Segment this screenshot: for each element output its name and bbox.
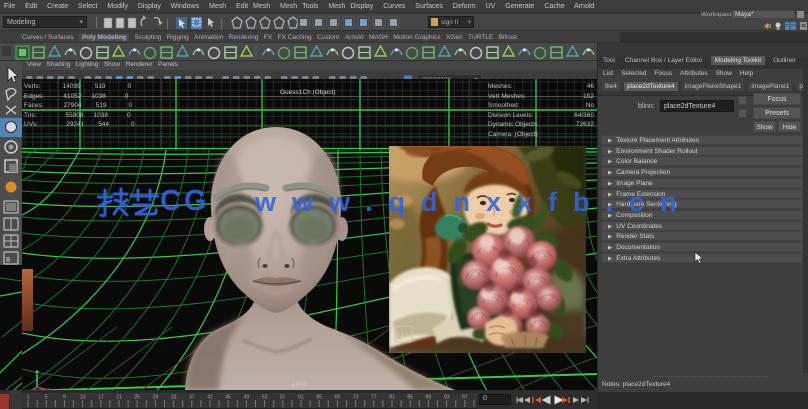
svg-text:1: 1 xyxy=(27,395,30,401)
svg-text:49: 49 xyxy=(244,395,250,401)
svg-text:25: 25 xyxy=(134,395,140,401)
svg-text:17: 17 xyxy=(98,395,104,401)
svg-text:81: 81 xyxy=(389,395,395,401)
svg-text:29: 29 xyxy=(153,395,159,401)
svg-text:45: 45 xyxy=(225,395,231,401)
svg-text:13: 13 xyxy=(80,395,86,401)
svg-text:|: | xyxy=(220,18,223,30)
svg-text:69: 69 xyxy=(335,395,341,401)
svg-text:5: 5 xyxy=(45,395,48,401)
svg-text:97: 97 xyxy=(462,395,468,401)
svg-text:73: 73 xyxy=(353,395,359,401)
svg-text:33: 33 xyxy=(171,395,177,401)
svg-text:|: | xyxy=(166,18,169,30)
svg-text:37: 37 xyxy=(189,395,195,401)
svg-text:9: 9 xyxy=(63,395,66,401)
svg-text:21: 21 xyxy=(116,395,122,401)
svg-text:53: 53 xyxy=(262,395,268,401)
svg-text:65: 65 xyxy=(316,395,322,401)
svg-text:93: 93 xyxy=(444,395,450,401)
svg-text:89: 89 xyxy=(426,395,432,401)
svg-text:41: 41 xyxy=(207,395,213,401)
svg-text:61: 61 xyxy=(298,395,304,401)
svg-text:57: 57 xyxy=(280,395,286,401)
svg-text:85: 85 xyxy=(407,395,413,401)
svg-text:77: 77 xyxy=(371,395,377,401)
svg-text:M: M xyxy=(397,331,404,340)
